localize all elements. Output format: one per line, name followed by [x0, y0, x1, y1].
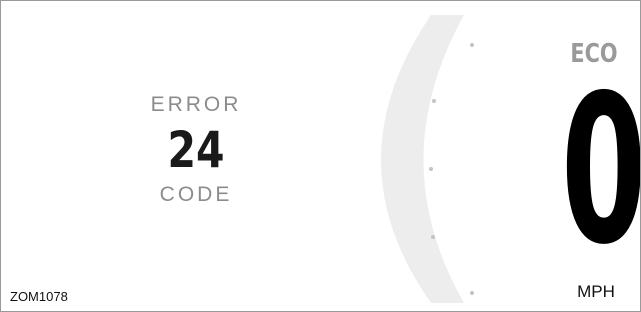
- gauge-tick: [470, 291, 474, 295]
- gauge-tick: [470, 43, 474, 47]
- dashboard-display: ERROR 24 CODE ECO 0 MPH ZOM1078: [0, 0, 641, 312]
- gauge-arc-band: [381, 15, 464, 303]
- gauge-tick: [431, 235, 435, 239]
- error-label: ERROR: [150, 93, 242, 116]
- speed-gauge-arc: [381, 15, 474, 303]
- speed-value: 0: [561, 52, 641, 290]
- code-label: CODE: [159, 183, 233, 206]
- error-code-value: 24: [167, 121, 225, 179]
- vehicle-id: ZOM1078: [10, 289, 68, 304]
- error-panel: ERROR 24 CODE: [131, 93, 261, 207]
- gauge-tick: [429, 167, 433, 171]
- speed-unit: MPH: [577, 282, 615, 301]
- gauge-tick: [432, 99, 436, 103]
